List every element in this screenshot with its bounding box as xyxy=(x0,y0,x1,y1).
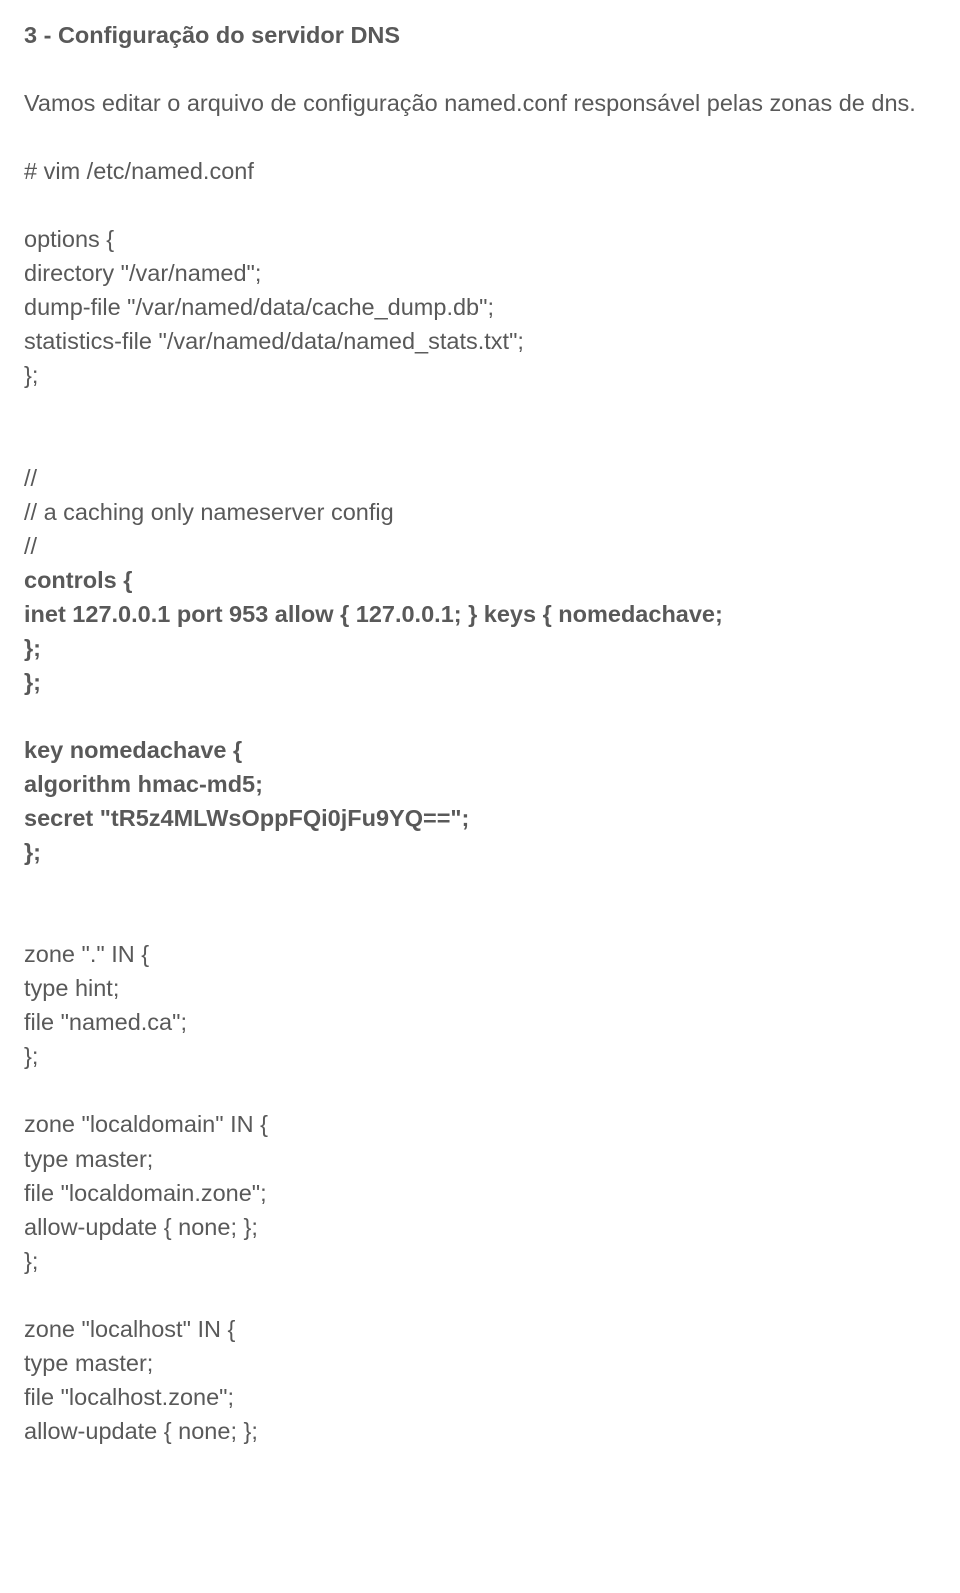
key-line-1: key nomedachave { xyxy=(24,733,936,767)
zone2-line-5: }; xyxy=(24,1244,936,1278)
zone2-line-3: file "localdomain.zone"; xyxy=(24,1176,936,1210)
zone1-line-1: zone "." IN { xyxy=(24,937,936,971)
zone2-line-1: zone "localdomain" IN { xyxy=(24,1107,936,1141)
intro-paragraph: Vamos editar o arquivo de configuração n… xyxy=(24,86,936,120)
comment-line-3: // xyxy=(24,529,936,563)
zone1-line-2: type hint; xyxy=(24,971,936,1005)
controls-line-4: }; xyxy=(24,665,936,699)
key-line-3: secret "tR5z4MLWsOppFQi0jFu9YQ=="; xyxy=(24,801,936,835)
zone1-line-4: }; xyxy=(24,1039,936,1073)
zone3-line-2: type master; xyxy=(24,1346,936,1380)
options-line-1: options { xyxy=(24,222,936,256)
zone3-line-3: file "localhost.zone"; xyxy=(24,1380,936,1414)
comment-line-2: // a caching only nameserver config xyxy=(24,495,936,529)
controls-line-3: }; xyxy=(24,631,936,665)
key-line-2: algorithm hmac-md5; xyxy=(24,767,936,801)
controls-line-2: inet 127.0.0.1 port 953 allow { 127.0.0.… xyxy=(24,597,936,631)
zone1-line-3: file "named.ca"; xyxy=(24,1005,936,1039)
section-heading: 3 - Configuração do servidor DNS xyxy=(24,18,936,52)
comment-line-1: // xyxy=(24,461,936,495)
zone3-line-4: allow-update { none; }; xyxy=(24,1414,936,1448)
options-line-5: }; xyxy=(24,358,936,392)
zone2-line-2: type master; xyxy=(24,1142,936,1176)
key-line-4: }; xyxy=(24,835,936,869)
options-line-2: directory "/var/named"; xyxy=(24,256,936,290)
vim-command: # vim /etc/named.conf xyxy=(24,154,936,188)
options-line-3: dump-file "/var/named/data/cache_dump.db… xyxy=(24,290,936,324)
controls-line-1: controls { xyxy=(24,563,936,597)
zone2-line-4: allow-update { none; }; xyxy=(24,1210,936,1244)
zone3-line-1: zone "localhost" IN { xyxy=(24,1312,936,1346)
options-line-4: statistics-file "/var/named/data/named_s… xyxy=(24,324,936,358)
